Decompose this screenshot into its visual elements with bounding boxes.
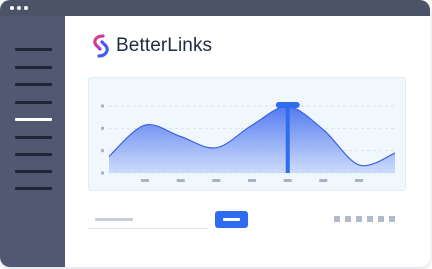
submit-button-label — [223, 218, 240, 221]
window-dot-3[interactable] — [24, 6, 28, 10]
window-dot-2[interactable] — [17, 6, 21, 10]
sidebar — [0, 16, 65, 267]
sidebar-item-6[interactable] — [15, 136, 52, 139]
search-input-placeholder — [95, 218, 133, 221]
highlight-tooltip — [275, 102, 300, 108]
x-tick-6 — [319, 179, 328, 182]
search-input[interactable] — [88, 214, 208, 229]
analytics-chart — [88, 77, 406, 191]
brand: BetterLinks — [90, 33, 212, 59]
page-dot-3[interactable] — [356, 216, 362, 222]
x-tick-1 — [141, 179, 149, 182]
sidebar-item-8[interactable] — [15, 170, 52, 173]
y-tick-4 — [101, 171, 104, 175]
title-bar — [0, 0, 430, 16]
page-dot-6[interactable] — [389, 216, 395, 222]
sidebar-item-2[interactable] — [15, 66, 52, 69]
x-tick-3 — [212, 179, 221, 182]
y-tick-2 — [101, 126, 104, 130]
page-dot-5[interactable] — [378, 216, 384, 222]
x-tick-2 — [176, 179, 185, 182]
submit-button[interactable] — [215, 211, 248, 228]
sidebar-item-5-active[interactable] — [15, 118, 52, 121]
page-dot-2[interactable] — [345, 216, 351, 222]
x-tick-5 — [283, 179, 292, 182]
area-series-fill — [109, 106, 395, 173]
x-tick-4 — [248, 179, 256, 182]
y-tick-3 — [101, 149, 104, 153]
page-dot-1[interactable] — [334, 216, 340, 222]
x-tick-7 — [355, 179, 363, 182]
pagination — [334, 216, 395, 222]
sidebar-item-9[interactable] — [15, 187, 52, 190]
window-controls — [10, 6, 28, 10]
sidebar-item-7[interactable] — [15, 153, 52, 156]
chart-canvas — [101, 102, 396, 182]
app-window: BetterLinks — [0, 0, 430, 267]
sidebar-item-1[interactable] — [15, 48, 52, 51]
sidebar-item-4[interactable] — [15, 101, 52, 104]
page-dot-4[interactable] — [367, 216, 373, 222]
y-tick-1 — [101, 104, 104, 108]
highlight-marker-bar — [285, 104, 290, 173]
brand-name: BetterLinks — [116, 35, 213, 56]
betterlinks-chain-logo-icon — [93, 34, 109, 58]
sidebar-item-3[interactable] — [15, 83, 52, 86]
window-dot-1[interactable] — [10, 6, 14, 10]
